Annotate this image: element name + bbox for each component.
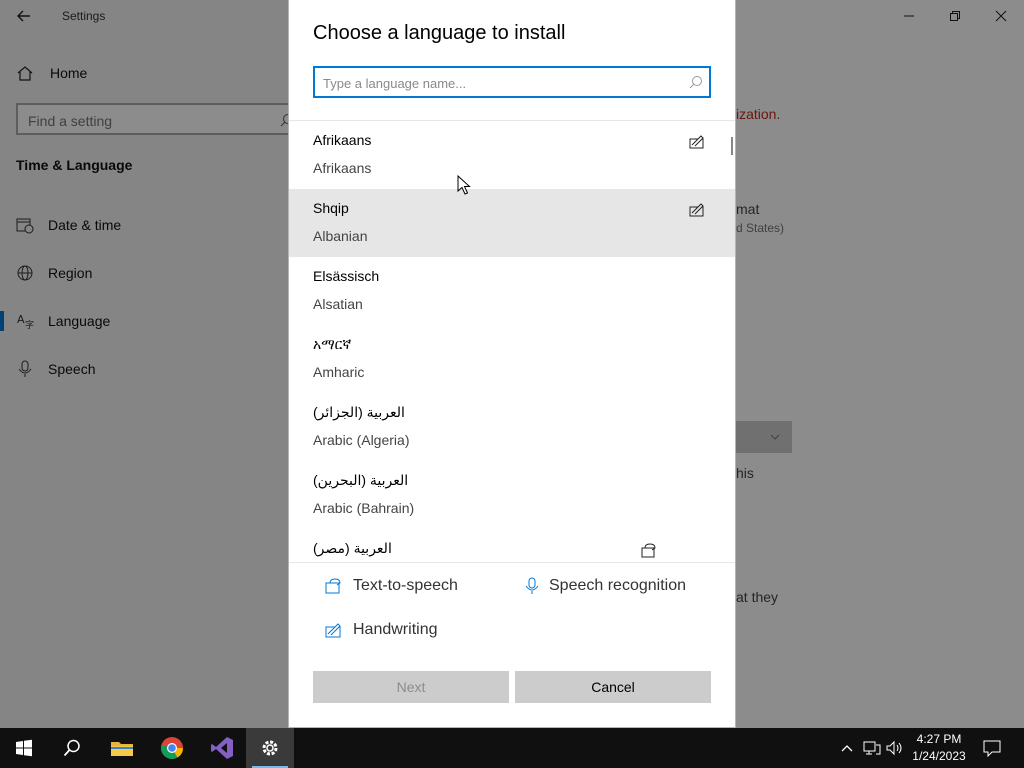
language-native-name: Elsässisch [313, 268, 380, 284]
taskbar-search-button[interactable] [48, 728, 96, 768]
microphone-icon [525, 577, 539, 594]
language-native-name: العربية (البحرين) [313, 472, 409, 488]
language-english-name: Alsatian [313, 296, 363, 312]
language-item-albanian[interactable]: Shqip Albanian [289, 189, 735, 257]
text-to-speech-icon [325, 578, 341, 594]
volume-button[interactable] [884, 728, 906, 768]
legend-label: Text-to-speech [353, 577, 458, 594]
language-native-name: العربية (مصر) [313, 540, 392, 556]
start-icon [16, 739, 32, 757]
language-native-name: Afrikaans [313, 132, 372, 148]
dialog-title: Choose a language to install [313, 22, 566, 44]
cancel-button[interactable]: Cancel [515, 671, 711, 703]
next-button[interactable]: Next [313, 671, 509, 703]
language-item-arabic-bahrain[interactable]: العربية (البحرين) Arabic (Bahrain) [289, 461, 735, 529]
language-search-input[interactable] [323, 74, 673, 92]
language-list[interactable]: Afrikaans Afrikaans Shqip Albanian Elsäs… [289, 120, 735, 562]
clock-date: 1/24/2023 [912, 749, 966, 763]
chevron-up-icon [841, 745, 853, 752]
choose-language-dialog: Choose a language to install Afrikaans A… [288, 0, 736, 728]
language-search-box[interactable] [313, 66, 711, 98]
handwriting-icon [325, 623, 341, 638]
search-icon [63, 739, 80, 757]
settings-taskbar-button[interactable] [246, 728, 294, 768]
visual-studio-button[interactable] [198, 728, 246, 768]
mouse-cursor-icon [457, 175, 471, 195]
language-item-arabic-algeria[interactable]: العربية (الجزائر) Arabic (Algeria) [289, 393, 735, 461]
file-explorer-button[interactable] [98, 728, 146, 768]
legend-handwriting: Handwriting [325, 621, 437, 639]
visual-studio-icon [211, 737, 233, 759]
language-item-alsatian[interactable]: Elsässisch Alsatian [289, 257, 735, 325]
language-english-name: Albanian [313, 228, 368, 244]
language-native-name: Shqip [313, 200, 349, 216]
clock-time: 4:27 PM [916, 732, 962, 746]
legend-label: Speech recognition [549, 577, 686, 594]
language-english-name: Arabic (Bahrain) [313, 500, 415, 516]
chrome-button[interactable] [148, 728, 196, 768]
start-button[interactable] [0, 728, 48, 768]
language-item-afrikaans[interactable]: Afrikaans Afrikaans [289, 121, 735, 189]
language-item-arabic-egypt[interactable]: العربية (مصر) [289, 529, 735, 562]
text-to-speech-icon [641, 543, 656, 558]
search-icon[interactable] [689, 75, 703, 89]
legend-speech-recognition: Speech recognition [525, 577, 686, 595]
list-scrollbar-thumb[interactable] [731, 137, 733, 155]
feature-legend: Text-to-speech Speech recognition Handwr… [289, 562, 735, 662]
taskbar-clock[interactable]: 4:27 PM 1/24/2023 [904, 731, 974, 765]
language-item-amharic[interactable]: አማርኛ Amharic [289, 325, 735, 393]
legend-text-to-speech: Text-to-speech [325, 577, 458, 595]
network-icon [863, 741, 881, 755]
chrome-icon [161, 737, 183, 759]
notification-icon [983, 740, 1001, 757]
notifications-button[interactable] [980, 728, 1004, 768]
volume-icon [886, 740, 902, 756]
handwriting-icon [689, 135, 704, 149]
settings-gear-icon [262, 740, 278, 756]
legend-label: Handwriting [353, 621, 438, 638]
network-button[interactable] [860, 728, 884, 768]
handwriting-icon [689, 203, 704, 217]
language-english-name: Amharic [313, 364, 365, 380]
language-native-name: العربية (الجزائر) [313, 404, 405, 420]
language-english-name: Afrikaans [313, 160, 372, 176]
show-hidden-icons-button[interactable] [836, 728, 858, 768]
file-explorer-icon [111, 742, 133, 756]
taskbar: 4:27 PM 1/24/2023 [0, 728, 1024, 768]
language-english-name: Arabic (Algeria) [313, 432, 410, 448]
language-native-name: አማርኛ [313, 336, 352, 352]
